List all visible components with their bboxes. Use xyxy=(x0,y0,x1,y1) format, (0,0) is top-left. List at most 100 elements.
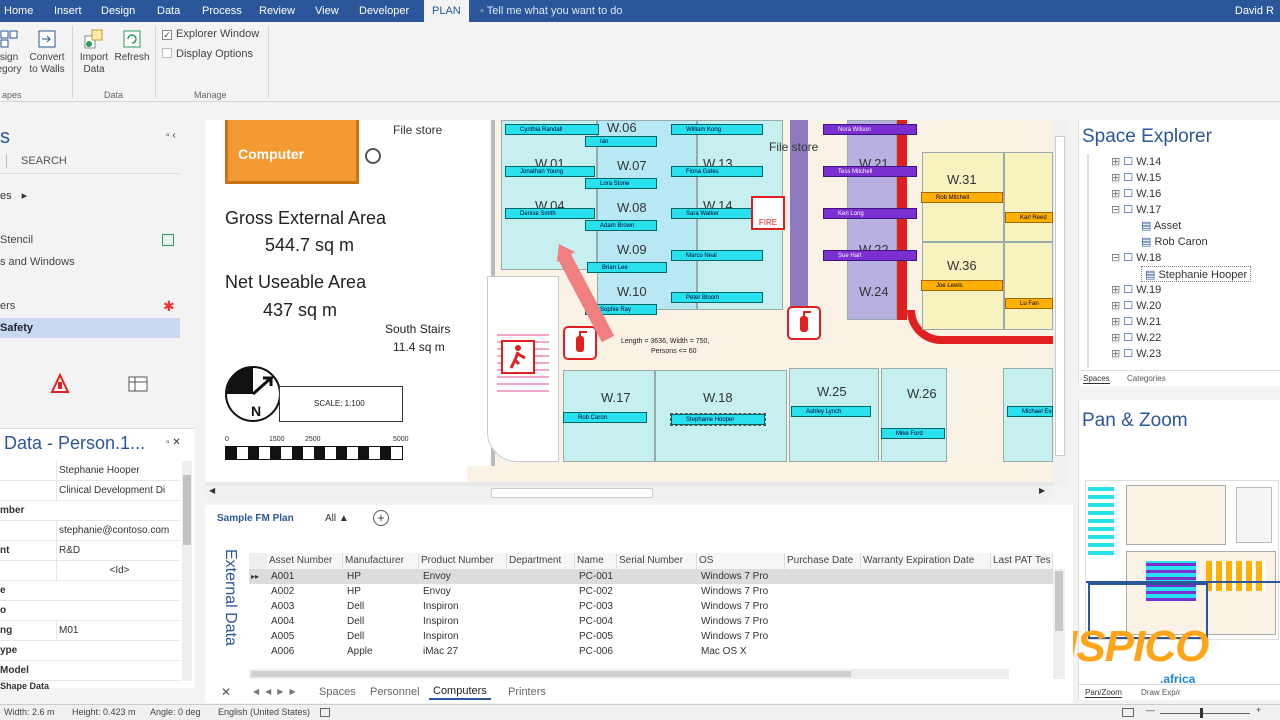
scroll-right-icon[interactable]: ▶ xyxy=(1039,486,1045,495)
person-tag[interactable]: Marco Neal xyxy=(671,250,763,261)
shape-data-value[interactable]: stephanie@contoso.com xyxy=(56,521,180,541)
table-cell[interactable]: Envoy xyxy=(423,584,451,599)
person-tag[interactable]: Joe Lewis xyxy=(921,280,1003,291)
stencil-item[interactable]: s and Windows xyxy=(0,252,180,272)
tree-node-space[interactable]: ⊞ ☐ W.14 xyxy=(1111,154,1161,170)
shape-data-value[interactable]: M01 xyxy=(56,621,180,641)
column-header[interactable]: Asset Number xyxy=(267,553,343,569)
person-tag[interactable]: Sue Hart xyxy=(823,250,917,261)
tab-home[interactable]: Home xyxy=(4,0,33,22)
table-cell[interactable]: PC-004 xyxy=(579,614,613,629)
tree-node-space[interactable]: ⊞ ☐ W.19 xyxy=(1111,282,1161,298)
zoom-out-icon[interactable]: — xyxy=(1146,705,1155,715)
table-cell[interactable]: PC-001 xyxy=(579,569,613,584)
room-block[interactable] xyxy=(1004,242,1053,330)
tree-node-person[interactable]: ▤ Rob Caron xyxy=(1141,234,1208,250)
grid-hscrollbar[interactable] xyxy=(249,669,1009,679)
table-cell[interactable]: A006 xyxy=(271,644,294,659)
table-cell[interactable]: PC-005 xyxy=(579,629,613,644)
table-cell[interactable]: Envoy xyxy=(423,569,451,584)
table-cell[interactable]: HP xyxy=(347,584,361,599)
person-tag[interactable]: Karl Reed xyxy=(1005,212,1053,223)
table-cell[interactable]: A005 xyxy=(271,629,294,644)
table-cell[interactable]: A001 xyxy=(271,569,294,584)
convert-to-walls-button[interactable]: Convert to Walls xyxy=(26,26,68,76)
hscroll-thumb[interactable] xyxy=(491,488,653,498)
zoom-in-icon[interactable]: + xyxy=(1256,705,1261,715)
column-header[interactable]: Department xyxy=(507,553,575,569)
column-header[interactable]: Serial Number xyxy=(617,553,697,569)
sheet-tab-computers[interactable]: Computers xyxy=(429,684,491,700)
pane-menu-icon[interactable]: ▫ ‹ xyxy=(166,130,176,141)
fire-extinguisher-icon[interactable] xyxy=(787,306,821,340)
shape-data-row[interactable]: stephanie@contoso.com xyxy=(0,521,180,541)
page-name[interactable]: Sample FM Plan xyxy=(217,513,294,524)
tree-node-person-selected[interactable]: ▤ Stephanie Hooper xyxy=(1141,266,1252,282)
row-selector-icon[interactable]: ▸▸ xyxy=(251,569,259,584)
person-tag[interactable]: Adam Brown xyxy=(585,220,657,231)
table-cell[interactable]: iMac 27 xyxy=(423,644,458,659)
scrollbar-thumb[interactable] xyxy=(1055,571,1063,631)
shape-data-value[interactable]: Stephanie Hooper xyxy=(56,461,180,481)
table-cell[interactable]: Inspiron xyxy=(423,629,459,644)
tab-review[interactable]: Review xyxy=(259,0,295,22)
person-tag[interactable]: Nora Wilson xyxy=(823,124,917,135)
explorer-window-checkbox[interactable]: ✓ Explorer Window xyxy=(162,28,259,40)
person-tag[interactable]: Ken Long xyxy=(823,208,917,219)
vscroll-thumb[interactable] xyxy=(1055,136,1065,456)
person-tag[interactable]: Peter Bloom xyxy=(671,292,763,303)
room-block[interactable] xyxy=(1004,152,1053,242)
room-block[interactable] xyxy=(881,368,947,462)
tree-node-space[interactable]: ⊞ ☐ W.22 xyxy=(1111,330,1161,346)
tab-categories[interactable]: Categories xyxy=(1127,374,1166,383)
shape-data-row[interactable]: mber xyxy=(0,501,180,521)
status-language[interactable]: English (United States) xyxy=(218,707,310,717)
column-header[interactable]: Warranty Expiration Date xyxy=(861,553,991,569)
shape-data-value[interactable]: Clinical Development Di xyxy=(56,481,180,501)
page-filter-dropdown[interactable]: All ▲ xyxy=(325,513,349,524)
shape-data-row[interactable]: e xyxy=(0,581,180,601)
person-tag[interactable]: Ashley Lynch xyxy=(791,406,871,417)
table-cell[interactable]: Dell xyxy=(347,599,364,614)
tree-node-asset[interactable]: ▤ Asset xyxy=(1141,218,1181,234)
sheet-tab-personnel[interactable]: Personnel xyxy=(370,686,420,698)
more-shapes[interactable]: es ▸ xyxy=(0,189,27,202)
assign-category-button[interactable]: sign egory xyxy=(0,26,22,76)
tree-node-space[interactable]: ⊞ ☐ W.23 xyxy=(1111,346,1161,362)
zoom-slider-track[interactable] xyxy=(1160,713,1250,714)
person-tag[interactable]: Rob Mitchell xyxy=(921,192,1003,203)
fit-page-icon[interactable] xyxy=(1122,708,1134,717)
table-cell[interactable]: Windows 7 Pro xyxy=(701,614,768,629)
tab-spaces[interactable]: Spaces xyxy=(1083,374,1110,384)
stencil-item[interactable]: ers ✱ xyxy=(0,296,180,316)
tree-node-space[interactable]: ⊟ ☐ W.18 xyxy=(1111,250,1161,266)
import-data-button[interactable]: Import Data xyxy=(76,26,112,76)
table-cell[interactable]: A004 xyxy=(271,614,294,629)
table-row-selected[interactable] xyxy=(249,569,1053,584)
tree-node-space[interactable]: ⊞ ☐ W.20 xyxy=(1111,298,1161,314)
shape-data-value[interactable]: R&D xyxy=(56,541,180,561)
table-cell[interactable]: A002 xyxy=(271,584,294,599)
table-cell[interactable]: Dell xyxy=(347,629,364,644)
tell-me-box[interactable]: ◦ Tell me what you want to do xyxy=(480,0,623,22)
table-cell[interactable]: A003 xyxy=(271,599,294,614)
shape-data-row[interactable]: <Id> xyxy=(0,561,180,581)
scroll-left-icon[interactable]: ◀ xyxy=(209,486,215,495)
person-tag[interactable]: Cynthia Randall xyxy=(505,124,599,135)
column-header[interactable]: OS xyxy=(697,553,785,569)
tab-process[interactable]: Process xyxy=(202,0,242,22)
tree-node-space[interactable]: ⊞ ☐ W.15 xyxy=(1111,170,1161,186)
tab-plan[interactable]: PLAN xyxy=(424,0,469,22)
column-header[interactable]: Manufacturer xyxy=(343,553,419,569)
tree-node-space[interactable]: ⊞ ☐ W.21 xyxy=(1111,314,1161,330)
person-tag[interactable]: Lora Stone xyxy=(585,178,657,189)
column-header[interactable]: Product Number xyxy=(419,553,507,569)
table-cell[interactable]: Inspiron xyxy=(423,599,459,614)
table-cell[interactable]: PC-003 xyxy=(579,599,613,614)
person-tag[interactable]: William Kong xyxy=(671,124,763,135)
table-cell[interactable]: Windows 7 Pro xyxy=(701,629,768,644)
table-cell[interactable]: Apple xyxy=(347,644,373,659)
table-shape-icon[interactable] xyxy=(126,372,150,396)
person-tag[interactable]: Rob Caron xyxy=(563,412,647,423)
shape-data-row[interactable]: nt R&D xyxy=(0,541,180,561)
